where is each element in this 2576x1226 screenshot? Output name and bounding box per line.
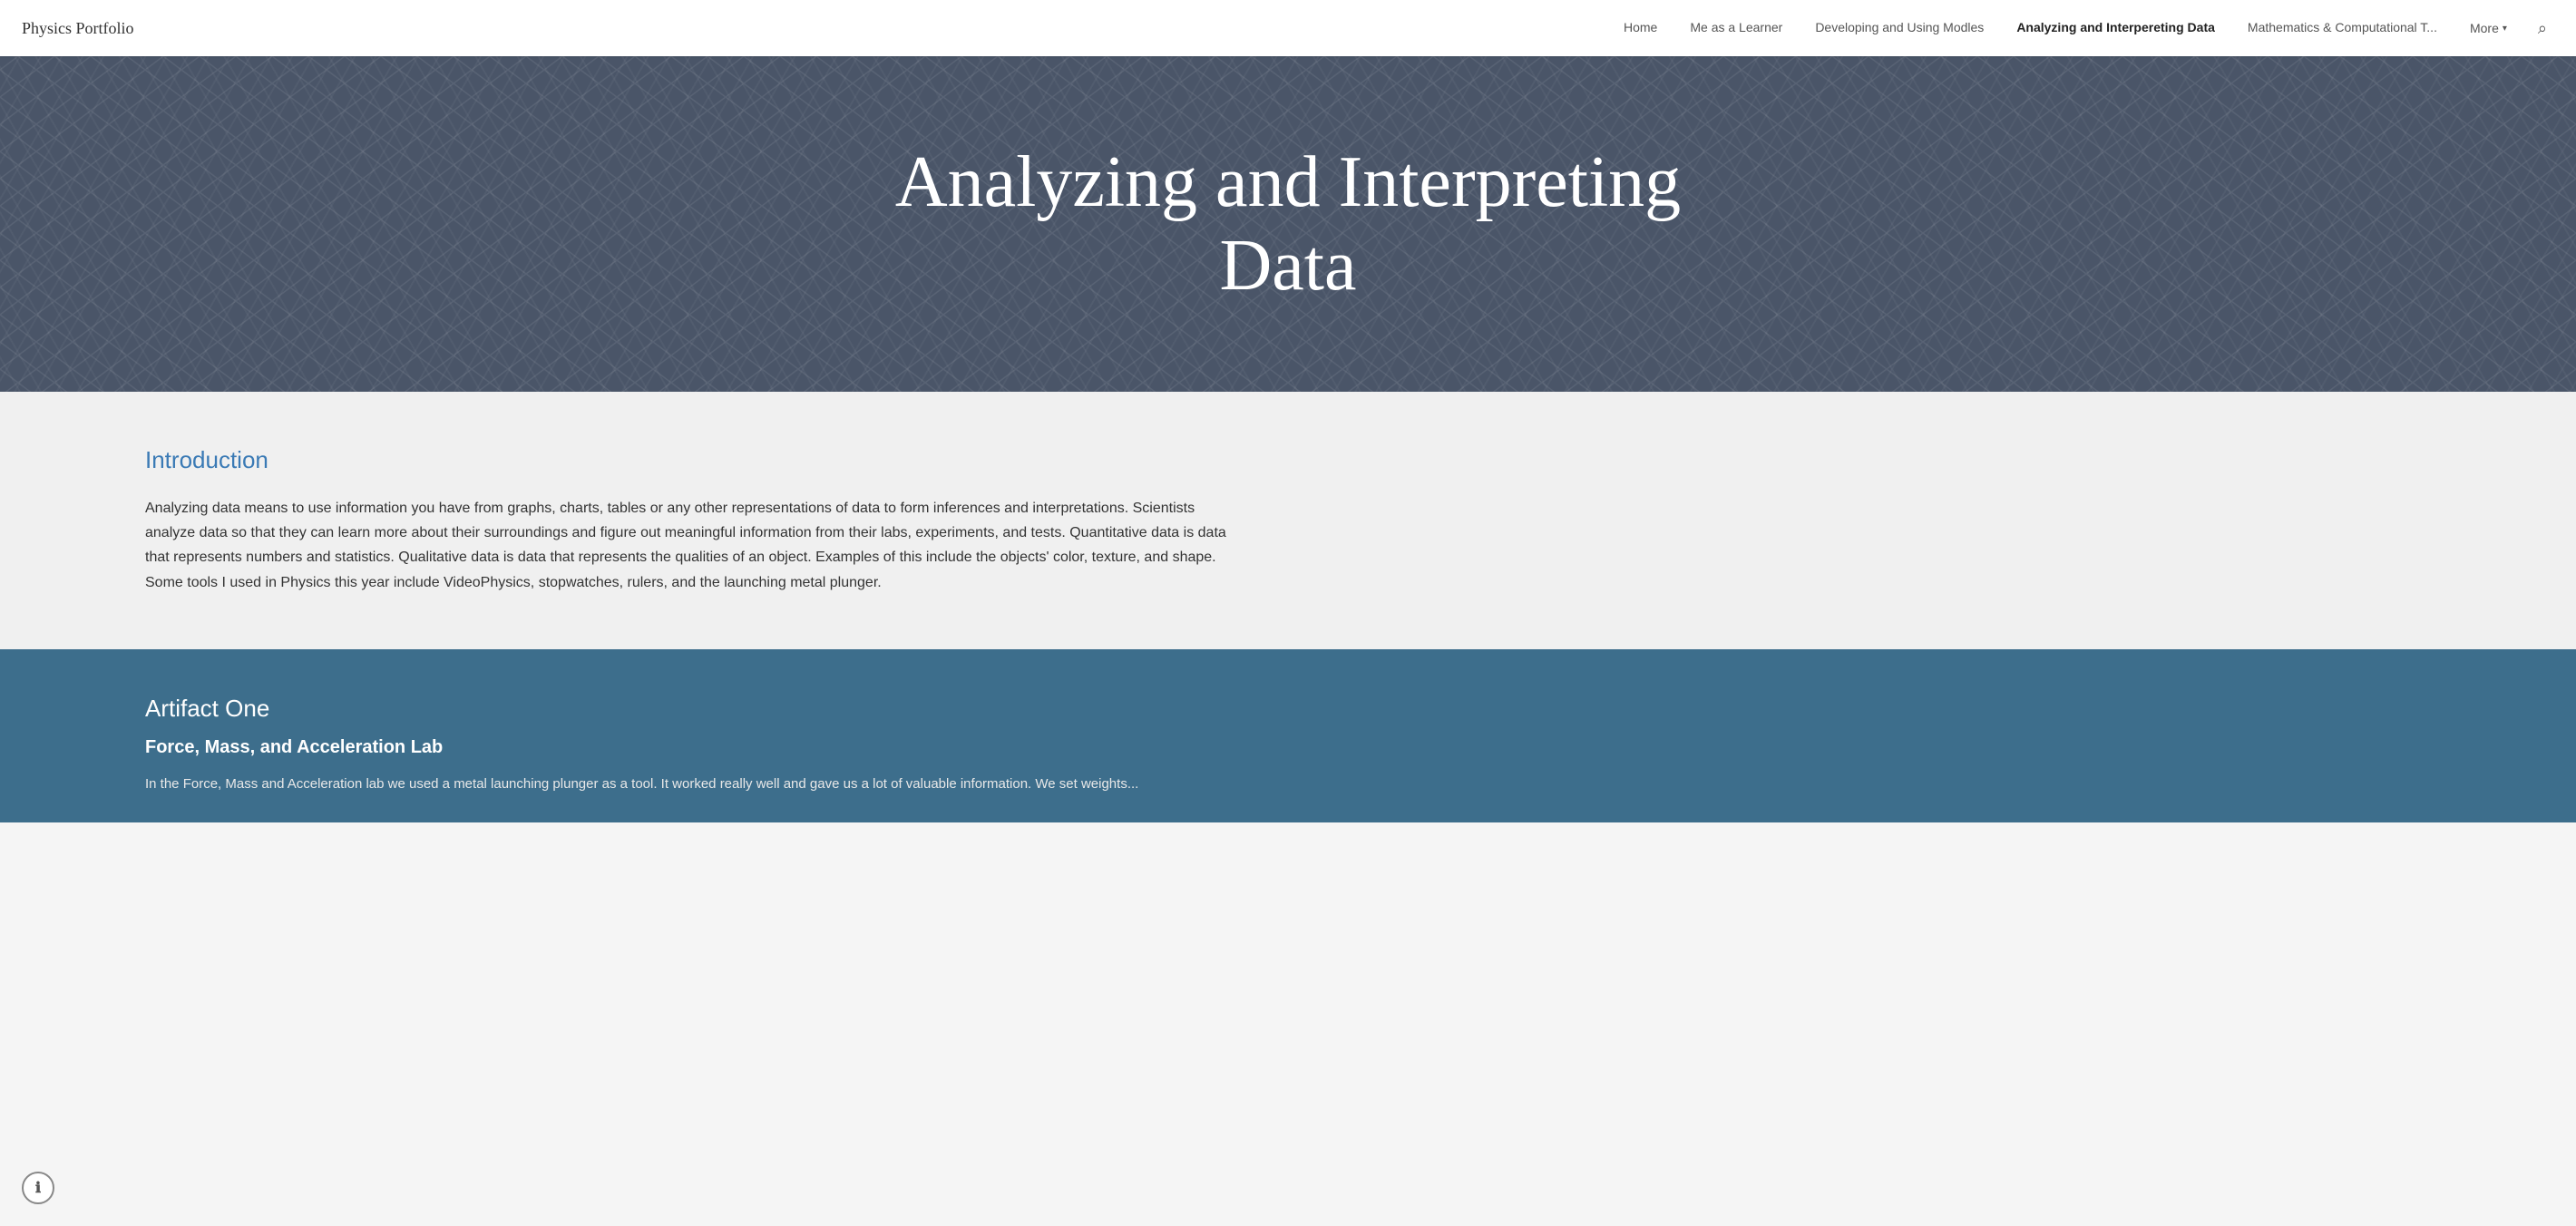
site-brand[interactable]: Physics Portfolio [22, 19, 134, 38]
nav-item-learner[interactable]: Me as a Learner [1673, 20, 1799, 36]
more-dropdown[interactable]: More ▾ [2454, 21, 2523, 35]
hero-title: Analyzing and Interpreting Data [880, 141, 1696, 307]
chevron-down-icon: ▾ [2503, 24, 2507, 34]
navbar: Physics Portfolio Home Me as a Learner D… [0, 0, 2576, 56]
nav-link-models[interactable]: Developing and Using Modles [1799, 20, 2000, 34]
intro-section: Introduction Analyzing data means to use… [0, 392, 2576, 649]
intro-body: Analyzing data means to use information … [145, 496, 1234, 595]
artifact-body: In the Force, Mass and Acceleration lab … [145, 773, 2431, 796]
artifact-subheading: Force, Mass, and Acceleration Lab [145, 737, 2431, 758]
nav-links: Home Me as a Learner Developing and Usin… [1607, 20, 2454, 36]
nav-link-learner[interactable]: Me as a Learner [1673, 20, 1799, 34]
nav-item-models[interactable]: Developing and Using Modles [1799, 20, 2000, 36]
info-button[interactable]: ℹ [22, 1172, 54, 1204]
nav-item-analyzing[interactable]: Analyzing and Interpereting Data [2000, 20, 2231, 36]
nav-link-home[interactable]: Home [1607, 20, 1673, 34]
nav-link-analyzing[interactable]: Analyzing and Interpereting Data [2000, 20, 2231, 34]
hero-section: Analyzing and Interpreting Data [0, 56, 2576, 392]
search-icon[interactable]: ⌕ [2531, 19, 2554, 38]
nav-item-math[interactable]: Mathematics & Computational T... [2231, 20, 2454, 36]
intro-heading: Introduction [145, 446, 2431, 474]
nav-item-home[interactable]: Home [1607, 20, 1673, 36]
artifact-section: Artifact One Force, Mass, and Accelerati… [0, 649, 2576, 823]
artifact-heading: Artifact One [145, 695, 2431, 723]
more-label: More [2470, 21, 2499, 35]
nav-link-math[interactable]: Mathematics & Computational T... [2231, 20, 2454, 34]
